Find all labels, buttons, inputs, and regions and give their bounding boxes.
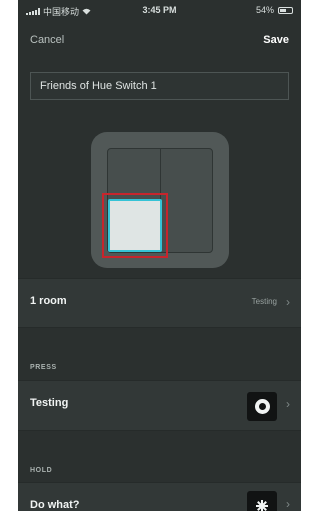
press-action-label: Testing xyxy=(30,397,69,409)
chevron-right-icon: › xyxy=(286,295,290,309)
scene-ring-icon xyxy=(247,392,277,421)
save-button[interactable]: Save xyxy=(263,34,289,46)
brightness-icon xyxy=(247,491,277,511)
hold-section-heading: HOLD xyxy=(30,467,53,474)
press-section-heading: PRESS xyxy=(30,364,57,371)
selected-switch-button[interactable] xyxy=(108,199,162,252)
switch-name-field[interactable]: Friends of Hue Switch 1 xyxy=(30,72,289,100)
cancel-button[interactable]: Cancel xyxy=(30,34,64,46)
battery-icon xyxy=(278,6,293,14)
ring-glyph xyxy=(255,399,270,414)
room-row[interactable]: 1 room Testing › xyxy=(18,278,301,328)
chevron-right-icon: › xyxy=(286,397,290,411)
nav-bar: Cancel Save xyxy=(18,30,301,52)
room-row-label: 1 room xyxy=(30,295,67,307)
press-action-row[interactable]: Testing › xyxy=(18,380,301,431)
sun-glyph xyxy=(256,500,268,511)
battery-percent: 54% xyxy=(255,5,274,15)
hold-action-row[interactable]: Do what? › xyxy=(18,482,301,511)
room-row-value: Testing xyxy=(251,297,277,306)
status-right: 54% xyxy=(256,5,293,15)
battery-fill xyxy=(280,8,286,12)
status-bar: 中国移动 3:45 PM 54% xyxy=(18,0,301,20)
selected-button-highlight[interactable] xyxy=(102,193,168,258)
chevron-right-icon: › xyxy=(286,497,290,511)
hold-action-label: Do what? xyxy=(30,499,80,511)
phone-screen: 中国移动 3:45 PM 54% Cancel Save Friends of … xyxy=(18,0,301,511)
